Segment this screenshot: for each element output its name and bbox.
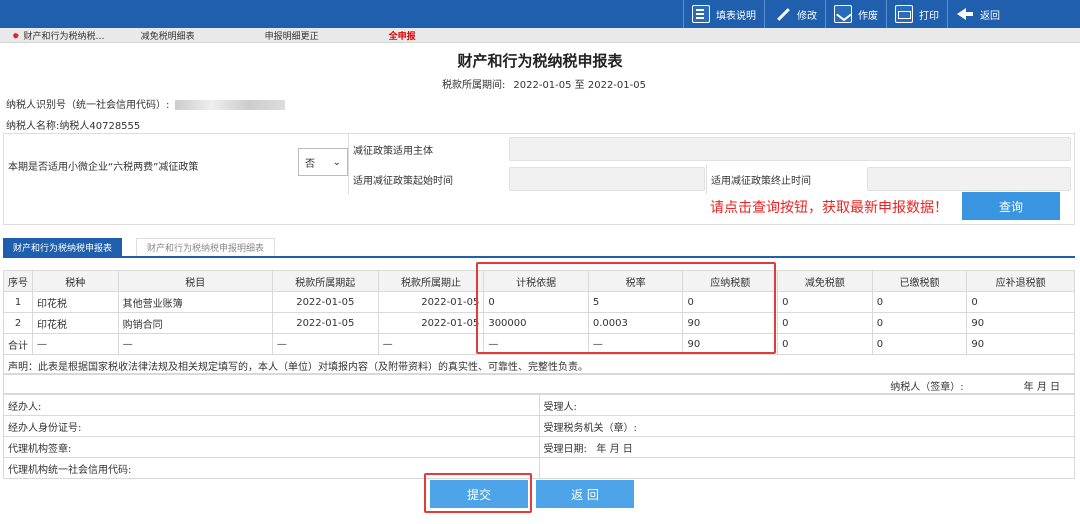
fill-help-label: 填表说明 — [716, 10, 756, 22]
page-title: 财产和行为税纳税申报表 — [457, 52, 623, 70]
taxpayer-name-row: 纳税人名称:纳税人40728555 — [6, 117, 140, 132]
cell: 2022-01-05 — [377, 312, 485, 334]
return-button[interactable]: 返 回 — [536, 480, 634, 508]
end-time-field[interactable] — [867, 167, 1071, 191]
list-icon — [692, 5, 710, 23]
cell: 0 — [871, 291, 968, 313]
cell: — — [377, 333, 485, 355]
agent-id-label: 经办人身份证号: — [3, 415, 540, 437]
cell: 印花税 — [32, 291, 119, 313]
fill-help-button[interactable]: 填表说明 — [683, 0, 764, 28]
col-period-start: 税款所属期起 — [271, 270, 379, 292]
footer-table: 经办人: 受理人: 经办人身份证号: 受理税务机关（章）: 代理机构签章: 受理日期:… — [3, 394, 1075, 479]
cell: 90 — [966, 312, 1075, 334]
cell: — — [271, 333, 379, 355]
accept-date-label: 受理日期: — [543, 443, 587, 455]
accept-date-cell: 受理日期: 年 月 日 — [538, 436, 1075, 458]
cell: 2022-01-05 — [271, 291, 379, 313]
start-time-field[interactable] — [509, 167, 705, 191]
cell: 合计 — [3, 333, 33, 355]
highlight-box — [476, 262, 776, 354]
top-toolbar: 填表说明 修改 作废 打印 返回 — [0, 0, 1080, 28]
cell: 2022-01-05 — [377, 291, 485, 313]
chevron-down-icon: ⌄ — [332, 156, 341, 168]
cell: 印花税 — [32, 312, 119, 334]
cell: 90 — [966, 333, 1075, 355]
pencil-icon — [773, 5, 791, 23]
modify-label: 修改 — [797, 10, 817, 22]
taxpayer-name-value: 纳税人40728555 — [59, 121, 141, 132]
nav-tab-correction[interactable]: 申报明细更正 — [259, 29, 325, 42]
policy-select[interactable]: 否 ⌄ — [298, 148, 348, 176]
signature-date: 年 月 日 — [1023, 382, 1060, 393]
policy-question: 本期是否适用小微企业“六税两费”减征政策 — [8, 162, 199, 173]
query-hint: 请点击查询按钮，获取最新申报数据！ — [710, 200, 948, 216]
start-time-label: 适用减征政策起始时间 — [348, 164, 453, 194]
taxpayer-id-row: 纳税人识别号（统一社会信用代码）: — [6, 96, 286, 111]
cell: 1 — [3, 291, 33, 313]
policy-section: 本期是否适用小微企业“六税两费”减征政策 否 ⌄ 减征政策适用主体 适用减征政策起… — [3, 133, 1075, 225]
agent-label: 经办人: — [3, 394, 540, 416]
void-file-icon — [834, 5, 852, 23]
subject-label: 减征政策适用主体 — [348, 134, 433, 164]
sub-tabs: 财产和行为税纳税申报表 财产和行为税纳税申报明细表 — [3, 238, 1075, 258]
submit-highlight-box — [424, 473, 532, 513]
signature-row: 纳税人（签章）: 年 月 日 — [3, 374, 1075, 394]
end-time-label: 适用减征政策终止时间 — [706, 164, 811, 194]
cell: 0 — [871, 312, 968, 334]
tax-period: 税款所属期间: 2022-01-05 至 2022-01-05 — [0, 76, 1080, 91]
print-label: 打印 — [919, 10, 939, 22]
cell: 0 — [871, 333, 968, 355]
cell: — — [117, 333, 273, 355]
agency-sign-label: 代理机构签章: — [3, 436, 540, 458]
signature-label: 纳税人（签章）: — [890, 382, 964, 393]
print-button[interactable]: 打印 — [886, 0, 947, 28]
taxpayer-id-label: 纳税人识别号（统一社会信用代码）: — [6, 100, 170, 111]
query-button[interactable]: 查询 — [962, 192, 1060, 220]
back-arrow-icon — [956, 5, 974, 23]
col-period-end: 税款所属期止 — [377, 270, 485, 292]
void-label: 作废 — [858, 10, 878, 22]
subject-field[interactable] — [509, 137, 1071, 161]
col-tax-item: 税目 — [117, 270, 273, 292]
col-refund: 应补退税额 — [966, 270, 1075, 292]
cell: 0 — [966, 291, 1075, 313]
void-button[interactable]: 作废 — [825, 0, 886, 28]
col-paid: 已缴税额 — [871, 270, 968, 292]
cell: — — [32, 333, 119, 355]
tab-detail-form[interactable]: 财产和行为税纳税申报明细表 — [136, 238, 276, 256]
nav-tab-full-declare[interactable]: 全申报 — [383, 29, 422, 42]
nav-tabs: 财产和行为税纳税… 减免税明细表 申报明细更正 全申报 — [0, 28, 1080, 43]
cell: 0 — [777, 333, 873, 355]
period-label: 税款所属期间: — [442, 80, 506, 91]
cell: 0 — [777, 312, 873, 334]
cell: 0 — [777, 291, 873, 313]
col-seq: 序号 — [3, 270, 33, 292]
receiver-label: 受理人: — [538, 394, 1075, 416]
taxpayer-id-blurred — [175, 100, 286, 110]
cell: 2 — [3, 312, 33, 334]
cell: 2022-01-05 — [271, 312, 379, 334]
period-value: 2022-01-05 至 2022-01-05 — [513, 80, 646, 91]
tab-declaration-form[interactable]: 财产和行为税纳税申报表 — [3, 238, 123, 256]
col-tax-type: 税种 — [32, 270, 119, 292]
tax-office-label: 受理税务机关（章）: — [538, 415, 1075, 437]
printer-icon — [895, 5, 913, 23]
back-button[interactable]: 返回 — [947, 0, 1080, 28]
modify-button[interactable]: 修改 — [764, 0, 825, 28]
declaration: 声明：此表是根据国家税收法律法规及相关规定填写的，本人（单位）对填报内容（及附带… — [3, 354, 1075, 374]
policy-select-value: 否 — [305, 158, 315, 170]
accept-date-value: 年 月 日 — [596, 443, 633, 455]
col-reduction: 减免税额 — [777, 270, 873, 292]
cell: 购销合同 — [117, 312, 273, 334]
cell: 其他营业账簿 — [117, 291, 273, 313]
nav-tab-reduction-detail[interactable]: 减免税明细表 — [135, 29, 201, 42]
back-label: 返回 — [980, 10, 1000, 22]
nav-tab-property-tax[interactable]: 财产和行为税纳税… — [6, 29, 111, 42]
empty-cell — [538, 457, 1075, 479]
taxpayer-name-label: 纳税人名称: — [6, 121, 60, 132]
